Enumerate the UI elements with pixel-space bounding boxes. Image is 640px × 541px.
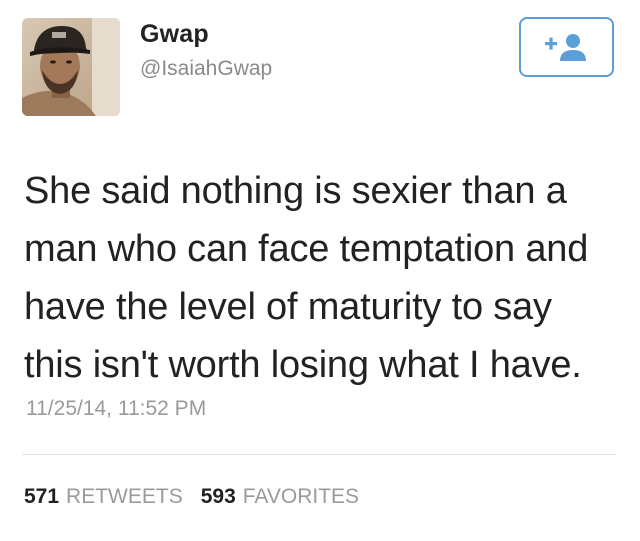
tweet-card: Gwap @IsaiahGwap She said nothing is sex… xyxy=(0,0,640,541)
retweets-label: RETWEETS xyxy=(66,485,183,508)
favorites-count: 593 xyxy=(200,485,236,508)
user-handle[interactable]: @IsaiahGwap xyxy=(140,57,272,81)
follow-button[interactable] xyxy=(519,17,614,77)
tweet-timestamp[interactable]: 11/25/14, 11:52 PM xyxy=(26,397,206,421)
display-name[interactable]: Gwap xyxy=(140,20,209,49)
favorites-label: FAVORITES xyxy=(242,485,360,508)
retweets-count: 571 xyxy=(24,485,60,508)
profile-photo-icon xyxy=(22,18,120,116)
avatar[interactable] xyxy=(22,18,120,116)
favorites-stat[interactable]: 593 FAVORITES xyxy=(201,485,359,509)
divider xyxy=(22,454,616,455)
add-user-icon xyxy=(544,34,586,61)
tweet-stats: 571 RETWEETS 593 FAVORITES xyxy=(24,485,359,509)
retweets-stat[interactable]: 571 RETWEETS xyxy=(24,485,183,509)
tweet-text: She said nothing is sexier than a man wh… xyxy=(24,170,589,386)
